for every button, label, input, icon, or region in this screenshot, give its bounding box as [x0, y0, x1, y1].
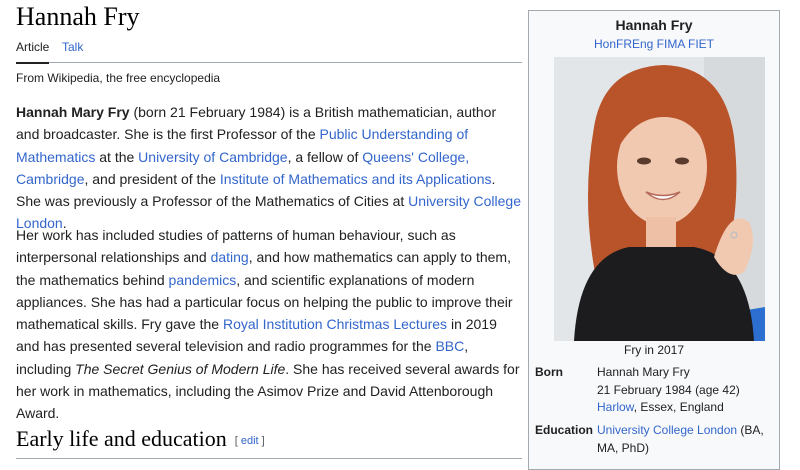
education-label: Education: [535, 423, 594, 437]
portrait-illustration: [554, 57, 765, 341]
portrait-photo[interactable]: [554, 57, 765, 341]
tab-article[interactable]: Article: [16, 40, 50, 64]
page-tabs: Article Talk: [16, 38, 522, 64]
work-paragraph: Her work has included studies of pattern…: [16, 224, 522, 425]
education-value: University College London (BA, MA, PhD): [597, 423, 764, 455]
edit-section-link[interactable]: edit: [241, 435, 259, 447]
text-run: , and president of the: [84, 170, 220, 187]
inline-link[interactable]: University of Cambridge: [138, 149, 287, 165]
infobox-honors: HonFREng FIMA FIET: [529, 37, 779, 51]
born-date: 21 February 1984 (age 42): [597, 382, 740, 397]
page-title: Hannah Fry: [16, 2, 140, 31]
section-heading-early-life: Early life and education [ edit ]: [16, 426, 522, 459]
infobox: Hannah Fry HonFREng FIMA FIET Fry in 201…: [528, 10, 780, 470]
education-link[interactable]: University College London: [597, 423, 737, 437]
site-tagline: From Wikipedia, the free encyclopedia: [16, 71, 221, 85]
bold-text: Hannah Mary Fry: [16, 104, 130, 120]
text-run: , a fellow of: [287, 148, 363, 165]
birthplace-link[interactable]: Harlow: [597, 400, 634, 414]
born-place: Harlow, Essex, England: [597, 400, 724, 414]
tab-talk[interactable]: Talk: [62, 40, 83, 59]
intro-paragraph: Hannah Mary Fry (born 21 February 1984) …: [16, 101, 522, 235]
italic-text: The Secret Genius of Modern Life: [75, 360, 286, 377]
inline-link[interactable]: BBC: [435, 338, 464, 354]
infobox-name: Hannah Fry: [615, 17, 693, 33]
text-run: at the: [95, 148, 139, 165]
born-label: Born: [535, 365, 563, 379]
honors-link[interactable]: HonFREng FIMA FIET: [594, 37, 714, 51]
inline-link[interactable]: dating: [211, 249, 249, 265]
inline-link[interactable]: Royal Institution Christmas Lectures: [223, 316, 447, 332]
section-title: Early life and education: [16, 426, 227, 451]
photo-caption: Fry in 2017: [623, 343, 685, 357]
section-edit: [ edit ]: [234, 435, 265, 447]
born-name: Hannah Mary Fry: [597, 365, 690, 379]
born-value: Hannah Mary Fry 21 February 1984 (age 42…: [597, 364, 775, 417]
inline-link[interactable]: pandemics: [169, 272, 237, 288]
inline-link[interactable]: Institute of Mathematics and its Applica…: [220, 171, 492, 187]
